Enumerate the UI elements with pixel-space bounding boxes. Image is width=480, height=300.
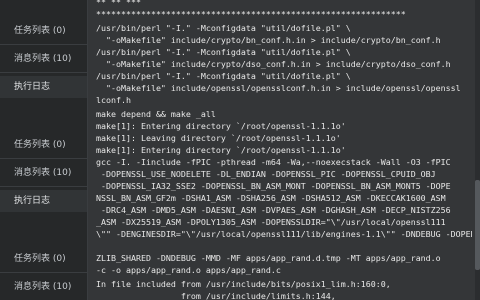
terminal-line: "-oMakefile" include/crypto/bn_conf.h.in… — [96, 35, 441, 45]
terminal-scrollbar[interactable] — [475, 0, 480, 300]
terminal-line: ****************************************… — [96, 9, 406, 19]
terminal-output[interactable]: ** ** *** ******************************… — [88, 0, 480, 300]
sidebar-item-exec-log[interactable]: 执行日志 — [0, 76, 87, 98]
terminal-line: -DRC4_ASM -DMD5_ASM -DAESNI_ASM -DVPAES_… — [96, 205, 451, 215]
terminal-line: make[1]: Leaving directory `/root/openss… — [96, 133, 341, 143]
terminal-line: "-oMakefile" include/crypto/dso_conf.h.i… — [96, 59, 451, 69]
sidebar-item-message-list[interactable]: 消息列表 (10) — [0, 276, 87, 298]
terminal-line: /usr/bin/perl "-I." -Mconfigdata "util/d… — [96, 47, 351, 57]
sidebar-item-task-list[interactable]: 任务列表 (0) — [0, 134, 87, 156]
terminal-line: In file included from /usr/include/bits/… — [96, 279, 391, 289]
scrollbar-thumb[interactable] — [475, 180, 480, 270]
sidebar-item-task-list[interactable]: 任务列表 (0) — [0, 248, 87, 270]
terminal-line: NSSL_BN_ASM_GF2m -DSHA1_ASM -DSHA256_ASM… — [96, 193, 446, 203]
sidebar-item-message-list[interactable]: 消息列表 (10) — [0, 162, 87, 184]
terminal-line: /usr/bin/perl "-I." -Mconfigdata "util/d… — [96, 71, 351, 81]
terminal-line: ZLIB_SHARED -DNDEBUG -MMD -MF apps/app_r… — [96, 253, 441, 263]
terminal-line: make depend && make _all — [96, 109, 216, 119]
sidebar-item-message-list[interactable]: 消息列表 (10) — [0, 48, 87, 70]
terminal-line: lconf.h — [96, 95, 131, 105]
terminal-line: gcc -I. -Iinclude -fPIC -pthread -m64 -W… — [96, 157, 451, 167]
terminal-line: _ASM -DX25519_ASM -DPOLY1305_ASM -DOPENS… — [96, 217, 446, 227]
terminal-line: -DOPENSSL_IA32_SSE2 -DOPENSSL_BN_ASM_MON… — [96, 181, 451, 191]
sidebar-divider — [0, 44, 87, 45]
sidebar-item-exec-log[interactable]: 执行日志 — [0, 190, 87, 212]
terminal-line: -c -o apps/app_rand.o apps/app_rand.c — [96, 265, 281, 275]
terminal-line: make[1]: Entering directory `/root/opens… — [96, 121, 346, 131]
sidebar: 任务列表 (0) 消息列表 (10) 执行日志 任务列表 (0) 消息列表 (1… — [0, 0, 88, 300]
sidebar-item-task-list[interactable]: 任务列表 (0) — [0, 20, 87, 42]
terminal-line: make[1]: Entering directory `/root/opens… — [96, 145, 346, 155]
sidebar-divider — [0, 272, 87, 273]
terminal-line: /usr/bin/perl "-I." -Mconfigdata "util/d… — [96, 23, 351, 33]
terminal-line: \"" -DENGINESDIR="\"/usr/local/openssl11… — [96, 229, 472, 239]
terminal-line: "-oMakefile" include/openssl/opensslconf… — [96, 83, 461, 93]
terminal-line: ** ** *** — [96, 0, 141, 7]
sidebar-divider — [0, 72, 87, 73]
terminal-line: from /usr/include/limits.h:144, — [96, 291, 336, 300]
sidebar-divider — [0, 158, 87, 159]
sidebar-divider — [0, 186, 87, 187]
terminal-line: -DOPENSSL_USE_NODELETE -DL_ENDIAN -DOPEN… — [96, 169, 436, 179]
